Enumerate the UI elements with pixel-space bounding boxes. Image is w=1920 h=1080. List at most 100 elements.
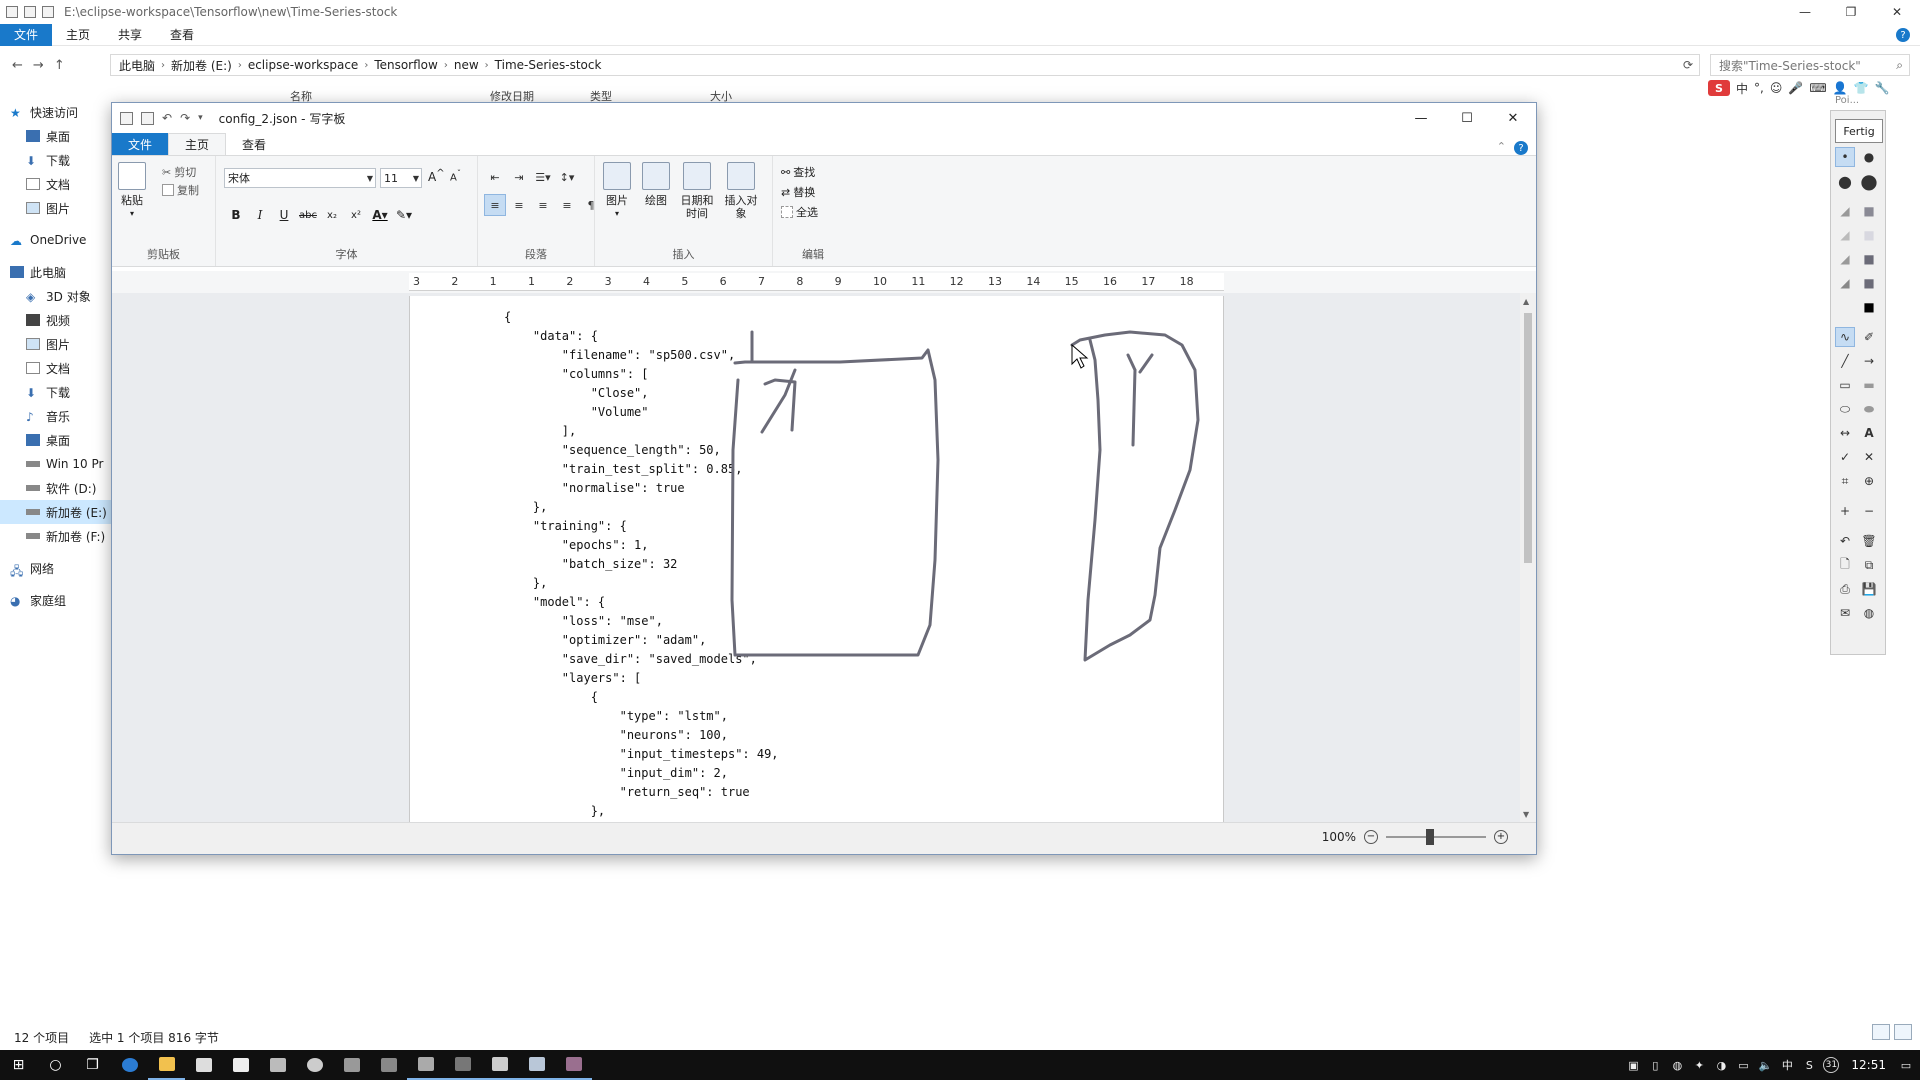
sogou-logo-icon[interactable]: S	[1708, 80, 1730, 96]
nav-this-pc[interactable]: 此电脑	[0, 260, 112, 284]
customize-qat-icon[interactable]: ▾	[198, 113, 203, 123]
medium-dot-tool-icon[interactable]: ●	[1859, 147, 1879, 167]
color-dark-gray-icon[interactable]: ■	[1859, 273, 1879, 293]
done-button[interactable]: Fertig	[1835, 119, 1883, 143]
nav-drive-d[interactable]: 软件 (D:)	[0, 476, 112, 500]
close-button[interactable]: ✕	[1874, 0, 1920, 24]
scroll-down-icon[interactable]: ▼	[1523, 810, 1529, 819]
nav-pictures[interactable]: 图片	[0, 196, 112, 220]
document-line[interactable]: "optimizer": "adam",	[504, 631, 779, 650]
close-button[interactable]: ✕	[1490, 103, 1536, 133]
document-line[interactable]: "normalise": true	[504, 479, 779, 498]
crop-tool-icon[interactable]: ⌗	[1835, 471, 1855, 491]
align-center-icon[interactable]: ≡	[508, 194, 530, 216]
large-dot-tool-icon[interactable]: ●	[1835, 171, 1855, 191]
find-button[interactable]: ⚯ 查找	[781, 164, 815, 180]
microphone-icon[interactable]: 🎤	[1788, 81, 1803, 95]
tray-app-icon-1[interactable]: ▣	[1625, 1057, 1641, 1073]
rectangle-tool-icon[interactable]: ▭	[1835, 375, 1855, 395]
document-line[interactable]: "layers": [	[504, 669, 779, 688]
zoom-tool-icon[interactable]: ⊕	[1859, 471, 1879, 491]
search-input[interactable]: 搜索"Time-Series-stock" ⌕	[1710, 54, 1910, 76]
nav-desktop[interactable]: 桌面	[0, 124, 112, 148]
font-family-select[interactable]: 宋体 ▼	[224, 168, 376, 188]
document-line[interactable]: "neurons": 100,	[504, 726, 779, 745]
wrench-icon[interactable]: 🔧	[1875, 81, 1890, 95]
document-line[interactable]: "Volume"	[504, 403, 779, 422]
nav-homegroup[interactable]: ◕ 家庭组	[0, 588, 112, 612]
nav-3d-objects[interactable]: ◈ 3D 对象	[0, 284, 112, 308]
clock[interactable]: 12:51	[1851, 1058, 1886, 1072]
gradient-mid-icon[interactable]: ◢	[1835, 249, 1855, 269]
line-tool-icon[interactable]: ╱	[1835, 351, 1855, 371]
globe-icon[interactable]: ◍	[1859, 603, 1879, 623]
zoom-slider[interactable]	[1386, 829, 1486, 845]
nav-documents[interactable]: 文档	[0, 172, 112, 196]
punctuation-icon[interactable]: °,	[1754, 81, 1764, 95]
windows-start-icon[interactable]: ⊞	[0, 1050, 37, 1080]
font-color-icon[interactable]: A▾	[368, 204, 392, 226]
document-line[interactable]: "loss": "mse",	[504, 612, 779, 631]
color-black-icon[interactable]: ■	[1859, 297, 1879, 317]
undo-icon[interactable]: ↶	[162, 111, 172, 125]
emoji-icon[interactable]: ☺	[1770, 81, 1783, 95]
copy-page-icon[interactable]: ⧉	[1859, 555, 1879, 575]
tab-home[interactable]: 主页	[52, 24, 104, 46]
address-bar[interactable]: 此电脑 › 新加卷 (E:) › eclipse-workspace › Tensor…	[110, 54, 1700, 76]
highlight-icon[interactable]: ✎▾	[392, 204, 416, 226]
breadcrumb-item[interactable]: 此电脑	[119, 57, 155, 74]
italic-icon[interactable]: I	[248, 204, 272, 226]
document-line[interactable]: {	[504, 688, 779, 707]
new-folder-icon[interactable]	[42, 6, 54, 18]
scroll-up-icon[interactable]: ▲	[1523, 297, 1529, 306]
back-arrow-icon[interactable]: ←	[12, 58, 23, 73]
up-arrow-icon[interactable]: ↑	[54, 58, 65, 73]
search-circle-icon[interactable]: ○	[37, 1050, 74, 1080]
document-text[interactable]: { "data": { "filename": "sp500.csv", "co…	[504, 308, 779, 821]
help-icon[interactable]: ?	[1896, 28, 1910, 42]
shrink-font-icon[interactable]: Aˇ	[450, 168, 461, 183]
store-icon[interactable]	[185, 1050, 222, 1080]
subscript-icon[interactable]: x₂	[320, 204, 344, 226]
maximize-button[interactable]: ❐	[1828, 0, 1874, 24]
color-light-gray-icon[interactable]: ■	[1859, 201, 1879, 221]
filled-rectangle-tool-icon[interactable]: ▬	[1859, 375, 1879, 395]
xlarge-dot-tool-icon[interactable]: ●	[1859, 169, 1879, 193]
app-icon-2[interactable]	[333, 1050, 370, 1080]
network-status-icon[interactable]: ▭	[1735, 1057, 1751, 1073]
ime-indicator[interactable]: 中	[1779, 1057, 1795, 1073]
minimize-button[interactable]: —	[1398, 103, 1444, 133]
nav-pictures-2[interactable]: 图片	[0, 332, 112, 356]
save-icon[interactable]: 💾	[1859, 579, 1879, 599]
document-line[interactable]: "columns": [	[504, 365, 779, 384]
arrow-tool-icon[interactable]: →	[1859, 351, 1879, 371]
document-line[interactable]: "input_dim": 2,	[504, 764, 779, 783]
tab-view[interactable]: 查看	[226, 133, 282, 155]
bold-icon[interactable]: B	[224, 204, 248, 226]
insert-datetime-button[interactable]: 日期和时间	[677, 162, 717, 220]
collapse-ribbon-icon[interactable]: ⌃	[1497, 140, 1506, 153]
ellipse-tool-icon[interactable]: ⬭	[1835, 399, 1855, 419]
sogou-tray-icon[interactable]: S	[1801, 1057, 1817, 1073]
cross-tool-icon[interactable]: ✕	[1859, 447, 1879, 467]
breadcrumb-item[interactable]: new	[454, 58, 479, 72]
breadcrumb-item[interactable]: Time-Series-stock	[495, 58, 602, 72]
tray-app-icon-3[interactable]: ◍	[1669, 1057, 1685, 1073]
search-icon[interactable]: ⌕	[1896, 58, 1903, 73]
ime-mode-label[interactable]: 中	[1736, 80, 1748, 97]
justify-icon[interactable]: ≡	[556, 194, 578, 216]
zoom-out-icon[interactable]: −	[1364, 830, 1378, 844]
nav-desktop-2[interactable]: 桌面	[0, 428, 112, 452]
trash-icon[interactable]: 🗑	[1859, 531, 1879, 551]
nav-quick-access[interactable]: ★ 快速访问	[0, 100, 112, 124]
nav-onedrive[interactable]: ☁ OneDrive	[0, 228, 112, 252]
nav-music[interactable]: ♪ 音乐	[0, 404, 112, 428]
document-line[interactable]: "type": "lstm",	[504, 707, 779, 726]
file-explorer-icon[interactable]	[148, 1050, 185, 1080]
scrollbar-thumb[interactable]	[1524, 313, 1532, 563]
replace-button[interactable]: ⇄ 替换	[781, 184, 815, 200]
breadcrumb-item[interactable]: 新加卷 (E:)	[171, 57, 232, 74]
filled-ellipse-tool-icon[interactable]: ⬬	[1859, 399, 1879, 419]
email-icon[interactable]: ✉	[1835, 603, 1855, 623]
document-line[interactable]: {	[504, 308, 779, 327]
